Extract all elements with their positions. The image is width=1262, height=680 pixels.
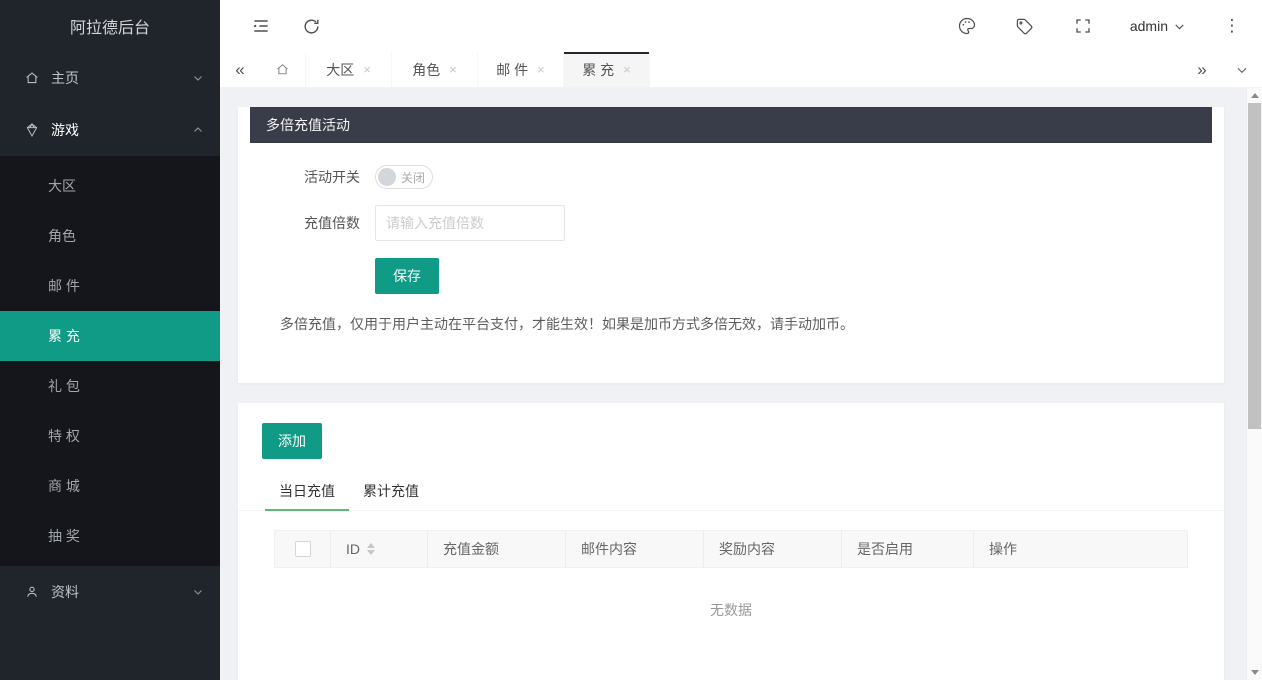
activity-panel: 多倍充值活动 活动开关 关闭 充值倍数 保存 多倍充值，仅用于用户主动在平台支付… [238, 107, 1224, 383]
main-content: 多倍充值活动 活动开关 关闭 充值倍数 保存 多倍充值，仅用于用户主动在平台支付… [220, 88, 1246, 680]
sidebar-item-home[interactable]: 主页 [0, 52, 220, 104]
sort-icon[interactable] [367, 543, 375, 555]
tab-label: 累 充 [582, 60, 614, 80]
tabbar: « 大区 × 角色 × 邮 件 × 累 充 × » [220, 52, 1262, 88]
table-header-mail-content: 邮件内容 [566, 531, 704, 567]
sidebar-item-mall[interactable]: 商 城 [0, 461, 220, 511]
home-icon [24, 70, 40, 86]
user-menu[interactable]: admin [1130, 18, 1186, 34]
sidebar-item-server[interactable]: 大区 [0, 161, 220, 211]
tabbar-spacer [650, 52, 1182, 87]
table-header-enabled: 是否启用 [842, 531, 974, 567]
toggle-state-label: 关闭 [401, 169, 425, 186]
tabs-scroll-right-icon[interactable]: » [1182, 52, 1222, 87]
reward-table: ID 充值金额 邮件内容 奖励内容 是否启用 操作 无数据 [274, 530, 1188, 620]
table-header-id[interactable]: ID [331, 531, 428, 567]
sidebar-item-mail[interactable]: 邮 件 [0, 261, 220, 311]
fullscreen-icon[interactable] [1072, 15, 1094, 37]
activity-switch-toggle[interactable]: 关闭 [375, 165, 433, 189]
toggle-knob [378, 168, 396, 186]
panel-title: 多倍充值活动 [250, 107, 1212, 143]
sidebar-item-profile[interactable]: 资料 [0, 566, 220, 618]
home-icon [275, 62, 290, 77]
topbar-right: admin ⋮ [956, 15, 1262, 37]
table-header-checkbox-cell [275, 531, 331, 567]
app-root: 阿拉德后台 主页 游戏 大区 角 [0, 0, 1262, 680]
tag-icon[interactable] [1014, 15, 1036, 37]
sidebar-item-recharge[interactable]: 累 充 [0, 311, 220, 361]
table-header-amount: 充值金额 [428, 531, 566, 567]
tab-home[interactable] [260, 52, 306, 87]
multiplier-input[interactable] [375, 205, 565, 241]
scrollbar-thumb[interactable] [1248, 103, 1261, 429]
sidebar-item-label: 游戏 [51, 120, 192, 140]
tab-label: 角色 [412, 60, 440, 80]
reward-tabs: 当日充值 累计充值 [238, 471, 1224, 511]
app-logo-title: 阿拉德后台 [0, 0, 220, 52]
refresh-icon[interactable] [300, 15, 322, 37]
tab-role[interactable]: 角色 × [392, 52, 478, 87]
table-header-row: ID 充值金额 邮件内容 奖励内容 是否启用 操作 [274, 530, 1188, 568]
tab-label: 大区 [326, 60, 354, 80]
tabs-dropdown-icon[interactable] [1222, 52, 1262, 87]
scroll-down-arrow-icon[interactable] [1251, 670, 1259, 675]
user-icon [24, 584, 40, 600]
sidebar-item-role[interactable]: 角色 [0, 211, 220, 261]
sidebar-item-giftpack[interactable]: 礼 包 [0, 361, 220, 411]
username: admin [1130, 18, 1168, 34]
save-button[interactable]: 保存 [375, 258, 439, 294]
topbar-left [220, 15, 322, 37]
tab-daily-recharge[interactable]: 当日充值 [265, 471, 349, 510]
topbar: admin ⋮ [220, 0, 1262, 52]
theme-palette-icon[interactable] [956, 15, 978, 37]
sidebar-item-label: 资料 [51, 582, 192, 602]
more-menu-icon[interactable]: ⋮ [1222, 16, 1242, 36]
multiplier-field-row: 充值倍数 [238, 205, 1224, 241]
close-icon[interactable]: × [449, 63, 457, 76]
tab-server[interactable]: 大区 × [306, 52, 392, 87]
close-icon[interactable]: × [623, 63, 631, 76]
table-header-reward-content: 奖励内容 [704, 531, 842, 567]
scroll-up-arrow-icon[interactable] [1251, 93, 1259, 98]
switch-field-label: 活动开关 [238, 167, 360, 187]
sidebar-item-label: 主页 [51, 68, 192, 88]
reward-panel: 添加 当日充值 累计充值 ID 充值金额 邮 [238, 403, 1224, 680]
close-icon[interactable]: × [537, 63, 545, 76]
empty-state-text: 无数据 [274, 568, 1188, 620]
select-all-checkbox[interactable] [295, 541, 311, 557]
tab-recharge[interactable]: 累 充 × [564, 52, 650, 87]
tab-label: 邮 件 [496, 60, 528, 80]
vertical-scrollbar[interactable] [1246, 88, 1262, 680]
switch-field-row: 活动开关 关闭 [238, 165, 1224, 189]
column-label: ID [346, 541, 360, 557]
chevron-down-icon [192, 586, 204, 598]
tab-total-recharge[interactable]: 累计充值 [349, 471, 433, 510]
sidebar-item-game[interactable]: 游戏 [0, 104, 220, 156]
collapse-sidebar-icon[interactable] [250, 15, 272, 37]
chevron-down-icon [192, 72, 204, 84]
sidebar: 阿拉德后台 主页 游戏 大区 角 [0, 0, 220, 680]
chevron-down-icon [1173, 20, 1186, 33]
table-header-actions: 操作 [974, 531, 1187, 567]
tab-mail[interactable]: 邮 件 × [478, 52, 564, 87]
tabs-scroll-left-icon[interactable]: « [220, 52, 260, 87]
multiplier-field-label: 充值倍数 [238, 213, 360, 233]
activity-note: 多倍充值，仅用于用户主动在平台支付，才能生效！如果是加币方式多倍无效，请手动加币… [280, 314, 1212, 334]
chevron-up-icon [192, 124, 204, 136]
sidebar-item-privilege[interactable]: 特 权 [0, 411, 220, 461]
sidebar-submenu-game: 大区 角色 邮 件 累 充 礼 包 特 权 商 城 抽 奖 [0, 156, 220, 566]
add-button[interactable]: 添加 [262, 423, 322, 459]
close-icon[interactable]: × [363, 63, 371, 76]
sidebar-item-lottery[interactable]: 抽 奖 [0, 511, 220, 561]
gem-icon [24, 122, 40, 138]
